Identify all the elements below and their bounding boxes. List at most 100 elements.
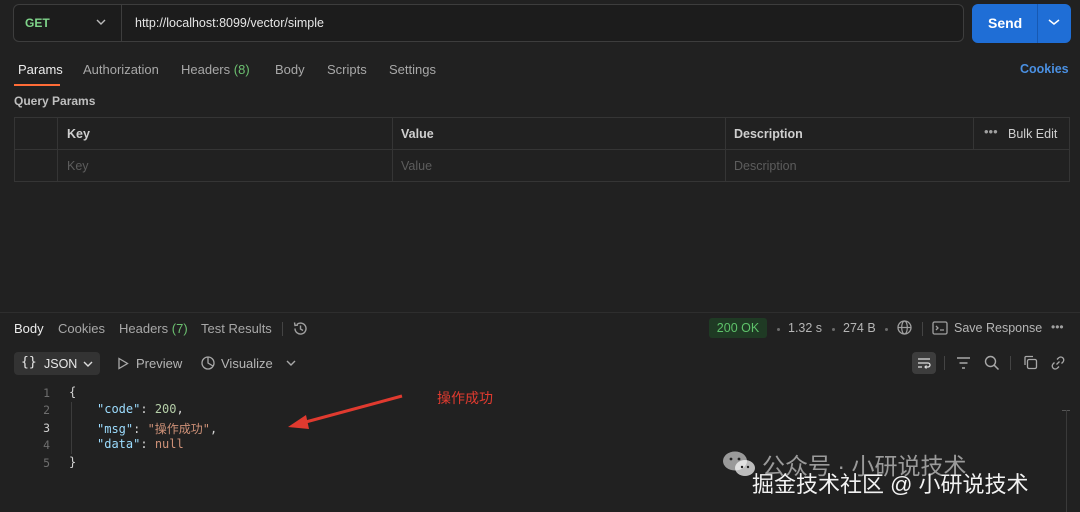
comma: ,	[210, 422, 218, 436]
send-divider	[1037, 4, 1038, 43]
open-brace: {	[69, 385, 77, 399]
globe-icon[interactable]	[896, 319, 913, 336]
filter-icon[interactable]	[956, 356, 971, 370]
tab-settings[interactable]: Settings	[389, 62, 436, 77]
code-line-3: "msg": "操作成功",	[97, 420, 217, 437]
wechat-logo-icon	[723, 451, 755, 476]
table-col-divider	[725, 118, 726, 181]
search-icon[interactable]	[984, 355, 1000, 371]
copy-icon[interactable]	[1023, 355, 1038, 370]
line-number: 3	[43, 421, 50, 435]
toolbar-separator	[922, 322, 923, 336]
save-response-button[interactable]: Save Response	[954, 321, 1042, 335]
code-line-5: }	[69, 455, 76, 469]
colon: :	[140, 402, 155, 416]
headers-count: (8)	[233, 62, 250, 77]
indent-guide	[71, 402, 72, 454]
response-tab-headers[interactable]: Headers (7)	[119, 321, 188, 336]
column-header-key: Key	[67, 127, 90, 141]
cookies-link[interactable]: Cookies	[1020, 62, 1069, 76]
comma: ,	[176, 402, 184, 416]
response-tab-body[interactable]: Body	[14, 321, 44, 336]
toolbar-separator	[944, 356, 945, 370]
response-size[interactable]: 274 B	[843, 321, 876, 335]
column-header-value: Value	[401, 127, 434, 141]
colon: :	[140, 437, 155, 451]
visualize-chevron-icon[interactable]	[286, 359, 296, 367]
active-tab-indicator	[14, 84, 60, 86]
annotation-arrow	[288, 394, 403, 429]
more-options-icon[interactable]: •••	[984, 124, 998, 139]
watermark-line-2: 掘金技术社区 @ 小研说技术	[752, 472, 1029, 497]
table-col-divider	[973, 118, 974, 149]
bulk-edit-button[interactable]: Bulk Edit	[1008, 127, 1057, 141]
table-divider	[15, 149, 1069, 150]
request-url-bar: GET http://localhost:8099/vector/simple	[13, 4, 964, 42]
tab-headers[interactable]: Headers (8)	[181, 62, 250, 77]
link-icon[interactable]	[1050, 355, 1066, 371]
column-header-description: Description	[734, 127, 803, 141]
preview-button[interactable]: Preview	[136, 356, 182, 371]
send-options-chevron-icon[interactable]	[1048, 18, 1060, 26]
close-brace: }	[69, 455, 77, 469]
annotation-label: 操作成功	[437, 390, 493, 406]
query-params-table: Key Value Description ••• Bulk Edit Key …	[14, 117, 1070, 182]
response-pane-divider[interactable]	[0, 312, 1080, 313]
json-value-data: null	[154, 437, 184, 451]
tab-params[interactable]: Params	[18, 62, 63, 77]
tab-headers-label: Headers	[181, 62, 231, 77]
format-label: JSON	[44, 357, 78, 371]
code-line-1: {	[69, 385, 76, 399]
description-input[interactable]: Description	[734, 159, 797, 173]
method-select[interactable]: GET	[14, 5, 122, 41]
line-number: 1	[43, 386, 50, 400]
chevron-down-icon	[96, 19, 106, 25]
format-select[interactable]: {} JSON	[14, 352, 100, 375]
tab-scripts[interactable]: Scripts	[327, 62, 367, 77]
visualize-button[interactable]: Visualize	[221, 356, 273, 371]
wrap-lines-button[interactable]	[912, 352, 936, 374]
json-key-msg: "msg"	[97, 422, 134, 436]
response-time[interactable]: 1.32 s	[788, 321, 822, 335]
value-input[interactable]: Value	[401, 159, 432, 173]
json-key-code: "code"	[97, 402, 141, 416]
code-line-4: "data": null	[97, 437, 184, 451]
send-button[interactable]: Send	[972, 4, 1071, 43]
tabs-separator	[282, 322, 283, 336]
json-key-data: "data"	[97, 437, 141, 451]
method-label: GET	[25, 16, 50, 30]
table-col-divider	[57, 118, 58, 181]
scrollbar-track[interactable]	[1066, 410, 1067, 512]
json-value-msg: "操作成功"	[147, 422, 211, 436]
more-options-icon[interactable]: •••	[1051, 320, 1064, 334]
separator-dot	[832, 328, 835, 331]
line-number: 4	[43, 438, 50, 452]
code-line-2: "code": 200,	[97, 402, 184, 416]
query-params-title: Query Params	[14, 94, 96, 108]
url-input[interactable]: http://localhost:8099/vector/simple	[135, 16, 324, 30]
save-response-icon	[932, 321, 948, 335]
table-col-divider	[392, 118, 393, 181]
status-badge[interactable]: 200 OK	[709, 318, 767, 338]
separator-dot	[885, 328, 888, 331]
json-value-code: 200	[154, 402, 177, 416]
chevron-down-icon	[83, 361, 93, 367]
response-tab-headers-label: Headers	[119, 321, 169, 336]
toolbar-separator	[1010, 356, 1011, 370]
response-headers-count: (7)	[171, 321, 188, 336]
visualize-icon	[201, 356, 215, 370]
history-icon[interactable]	[292, 320, 309, 337]
send-button-label: Send	[988, 15, 1023, 31]
key-input[interactable]: Key	[67, 159, 89, 173]
response-tab-test-results[interactable]: Test Results	[201, 321, 272, 336]
line-number: 5	[43, 456, 50, 470]
response-tab-cookies[interactable]: Cookies	[58, 321, 105, 336]
tab-authorization[interactable]: Authorization	[83, 62, 159, 77]
wrap-icon	[918, 358, 931, 369]
line-number: 2	[43, 403, 50, 417]
tab-body[interactable]: Body	[275, 62, 305, 77]
separator-dot	[777, 328, 780, 331]
colon: :	[133, 422, 148, 436]
braces-icon: {}	[21, 355, 37, 370]
play-icon	[118, 357, 129, 370]
